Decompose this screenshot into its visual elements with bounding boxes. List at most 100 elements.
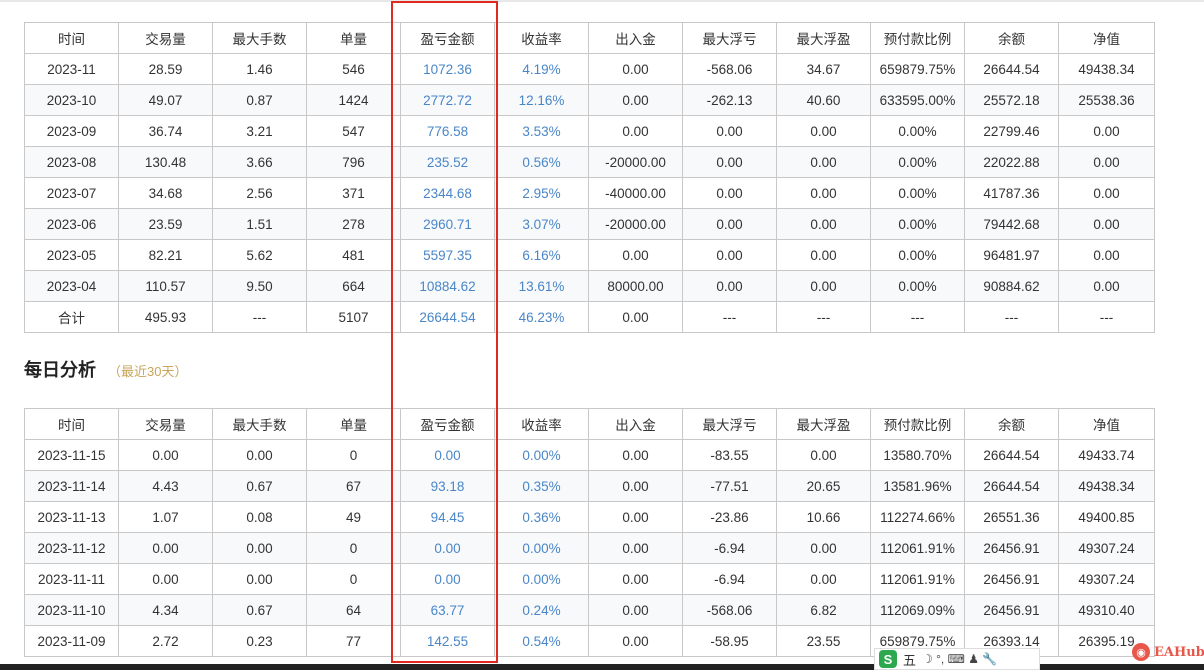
- table-cell: 112274.66%: [870, 501, 965, 533]
- table-cell: 36.74: [118, 115, 213, 147]
- table-cell: 0.00: [776, 208, 871, 240]
- table-cell: 776.58: [400, 115, 495, 147]
- table-row: 合计 495.93 --- 5107 26644.54 46.23% 0.00 --- --- -…: [24, 301, 1155, 333]
- table-row: 2023-08 130.48 3.66 796 235.52 0.56% -20000.00…: [24, 146, 1155, 178]
- table-cell: 278: [306, 208, 401, 240]
- input-method-toolbar[interactable]: S 五 ☽ °, ⌨ ♟ 🔧: [874, 648, 1040, 670]
- table-cell: 5597.35: [400, 239, 495, 271]
- column-header: 收益率: [494, 22, 589, 54]
- table-cell: 0.00%: [870, 270, 965, 302]
- table-cell: 2023-05: [24, 239, 119, 271]
- table-cell: 80000.00: [588, 270, 683, 302]
- column-header: 单量: [306, 22, 401, 54]
- table-cell: 0.56%: [494, 146, 589, 178]
- table-cell: 0.00: [118, 532, 213, 564]
- table-row: 2023-11-11 0.00 0.00 0 0.00 0.00% 0.00 -6.94 0.0…: [24, 563, 1155, 595]
- table-cell: 0.00%: [870, 239, 965, 271]
- table-cell: 49307.24: [1058, 532, 1155, 564]
- table-cell: 26644.54: [964, 439, 1059, 471]
- table-cell: 67: [306, 470, 401, 502]
- table-cell: -568.06: [682, 594, 777, 626]
- table-cell: 5.62: [212, 239, 307, 271]
- table-cell: 3.21: [212, 115, 307, 147]
- table-row: 2023-04 110.57 9.50 664 10884.62 13.61% 80000.…: [24, 270, 1155, 302]
- table-row: 2023-10 49.07 0.87 1424 2772.72 12.16% 0.00 -26…: [24, 84, 1155, 116]
- table-cell: 63.77: [400, 594, 495, 626]
- column-header: 最大浮亏: [682, 22, 777, 54]
- column-header: 最大手数: [212, 408, 307, 440]
- table-cell: 1.07: [118, 501, 213, 533]
- table-cell: 112061.91%: [870, 563, 965, 595]
- table-cell: 0.00: [588, 470, 683, 502]
- table-cell: 371: [306, 177, 401, 209]
- table-cell: 0.00: [212, 439, 307, 471]
- table-cell: 2023-04: [24, 270, 119, 302]
- ime-tools-icons[interactable]: ☽ °, ⌨ ♟ 🔧: [922, 652, 997, 666]
- table-cell: 41787.36: [964, 177, 1059, 209]
- column-header: 时间: [24, 408, 119, 440]
- table-cell: -20000.00: [588, 208, 683, 240]
- table-cell: 4.43: [118, 470, 213, 502]
- table-cell: 481: [306, 239, 401, 271]
- table-row: 2023-11-13 1.07 0.08 49 94.45 0.36% 0.00 -23.86…: [24, 501, 1155, 533]
- table-cell: 93.18: [400, 470, 495, 502]
- table-cell: 0.00: [682, 239, 777, 271]
- table-cell: -6.94: [682, 532, 777, 564]
- table-cell: 49400.85: [1058, 501, 1155, 533]
- table-cell: 2772.72: [400, 84, 495, 116]
- table-cell: 49: [306, 501, 401, 533]
- column-header: 预付款比例: [870, 408, 965, 440]
- table-cell: 0.24%: [494, 594, 589, 626]
- table-cell: -58.95: [682, 625, 777, 657]
- table-cell: 1072.36: [400, 53, 495, 85]
- table-cell: 2.56: [212, 177, 307, 209]
- table-cell: 26551.36: [964, 501, 1059, 533]
- table-cell: 0.00: [588, 625, 683, 657]
- column-header: 净值: [1058, 408, 1155, 440]
- table-cell: 0.00: [588, 239, 683, 271]
- table-cell: -568.06: [682, 53, 777, 85]
- column-header: 出入金: [588, 408, 683, 440]
- table-cell: 26644.54: [400, 301, 495, 333]
- table-cell: ---: [776, 301, 871, 333]
- daily-analysis-subtitle: （最近30天）: [108, 364, 188, 379]
- table-cell: 0.00: [776, 146, 871, 178]
- ime-mode-label[interactable]: 五: [903, 650, 916, 669]
- table-cell: 495.93: [118, 301, 213, 333]
- table-cell: 0.00: [1058, 239, 1155, 271]
- table-cell: 0.00: [682, 270, 777, 302]
- table-header-row: 时间 交易量 最大手数 单量 盈亏金额 收益率 出入金 最大浮亏 最大浮盈 预付款比例 余额 净值: [24, 22, 1155, 54]
- table-cell: 13.61%: [494, 270, 589, 302]
- table-row: 2023-07 34.68 2.56 371 2344.68 2.95% -40000.00…: [24, 177, 1155, 209]
- eahub-watermark: ◉ EAHub: [1132, 643, 1204, 661]
- table-cell: 0.00%: [494, 532, 589, 564]
- table-cell: ---: [870, 301, 965, 333]
- column-header: 收益率: [494, 408, 589, 440]
- table-cell: 2023-11-13: [24, 501, 119, 533]
- table-cell: 34.67: [776, 53, 871, 85]
- table-cell: 0.00: [400, 532, 495, 564]
- ime-logo-icon[interactable]: S: [879, 650, 897, 668]
- table-cell: 49438.34: [1058, 53, 1155, 85]
- table-cell: 0.00: [1058, 177, 1155, 209]
- table-cell: 0.00: [588, 501, 683, 533]
- table-cell: 26456.91: [964, 594, 1059, 626]
- table-cell: 2.72: [118, 625, 213, 657]
- table-cell: 28.59: [118, 53, 213, 85]
- column-header: 时间: [24, 22, 119, 54]
- table-cell: 2023-11-09: [24, 625, 119, 657]
- table-cell: 0.00: [212, 532, 307, 564]
- table-cell: 2960.71: [400, 208, 495, 240]
- table-cell: 0.00: [588, 115, 683, 147]
- table-cell: 0.00: [212, 563, 307, 595]
- table-cell: 0.00: [588, 301, 683, 333]
- daily-analysis-heading: 每日分析: [24, 360, 96, 380]
- table-cell: 0.08: [212, 501, 307, 533]
- table-cell: 2023-11-12: [24, 532, 119, 564]
- table-cell: 49310.40: [1058, 594, 1155, 626]
- table-cell: 9.50: [212, 270, 307, 302]
- table-cell: 0.00: [118, 439, 213, 471]
- table-cell: ---: [964, 301, 1059, 333]
- table-cell: 112061.91%: [870, 532, 965, 564]
- table-cell: 0.35%: [494, 470, 589, 502]
